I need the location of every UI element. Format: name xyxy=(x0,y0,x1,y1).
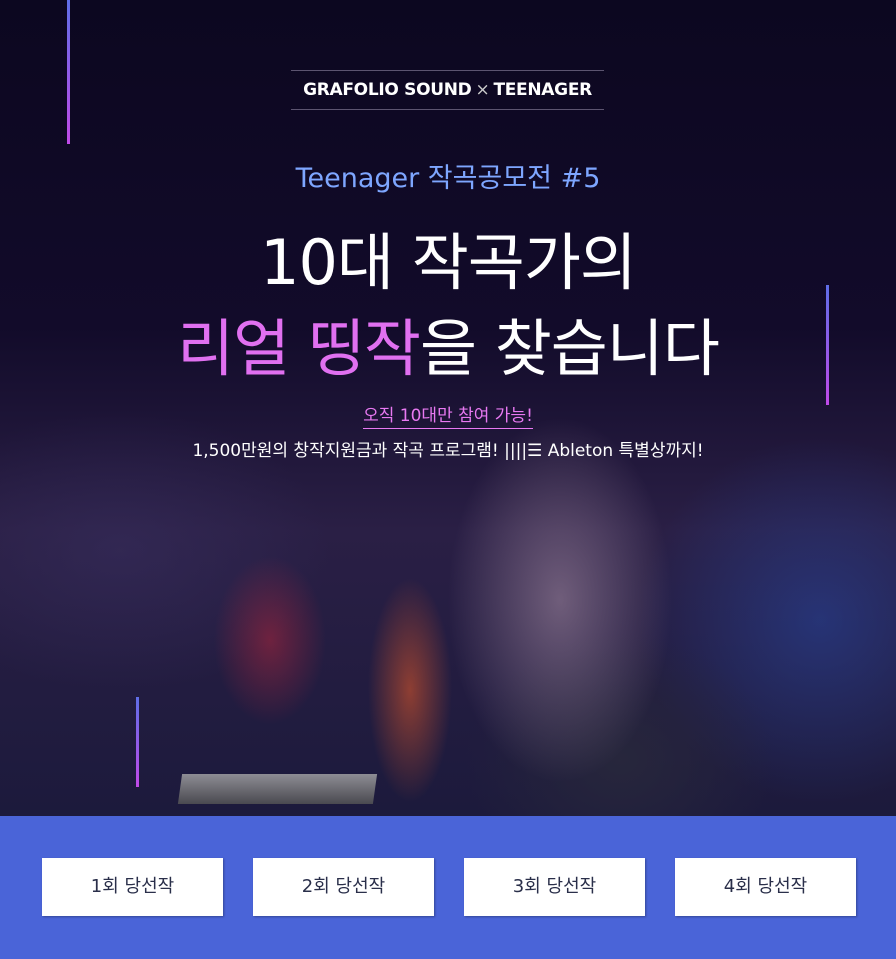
eligibility-note: 오직 10대만 참여 가능! xyxy=(0,401,896,429)
winners-3-button[interactable]: 3회 당선작 xyxy=(464,858,645,916)
headline-line2: 리얼 띵작을 찾습니다 xyxy=(177,312,720,385)
winners-1-button[interactable]: 1회 당선작 xyxy=(42,858,223,916)
decorative-bar xyxy=(67,0,70,144)
winners-nav: 1회 당선작 2회 당선작 3회 당선작 4회 당선작 xyxy=(0,816,896,959)
laptop-image xyxy=(177,774,378,804)
headline-line1: 10대 작곡가의 xyxy=(260,226,637,299)
brand-logo: GRAFOLIO SOUND × TEENAGER xyxy=(291,70,604,110)
winners-2-button[interactable]: 2회 당선작 xyxy=(253,858,434,916)
prize-description: 1,500만원의 창작지원금과 작곡 프로그램! ||||☰ Ableton 특… xyxy=(192,441,704,461)
winners-4-button[interactable]: 4회 당선작 xyxy=(675,858,856,916)
hero-banner: GRAFOLIO SOUND × TEENAGER Teenager 작곡공모전 #… xyxy=(0,0,896,816)
decorative-bar xyxy=(136,697,139,787)
contest-subtitle: Teenager 작곡공모전 #5 xyxy=(295,163,601,194)
